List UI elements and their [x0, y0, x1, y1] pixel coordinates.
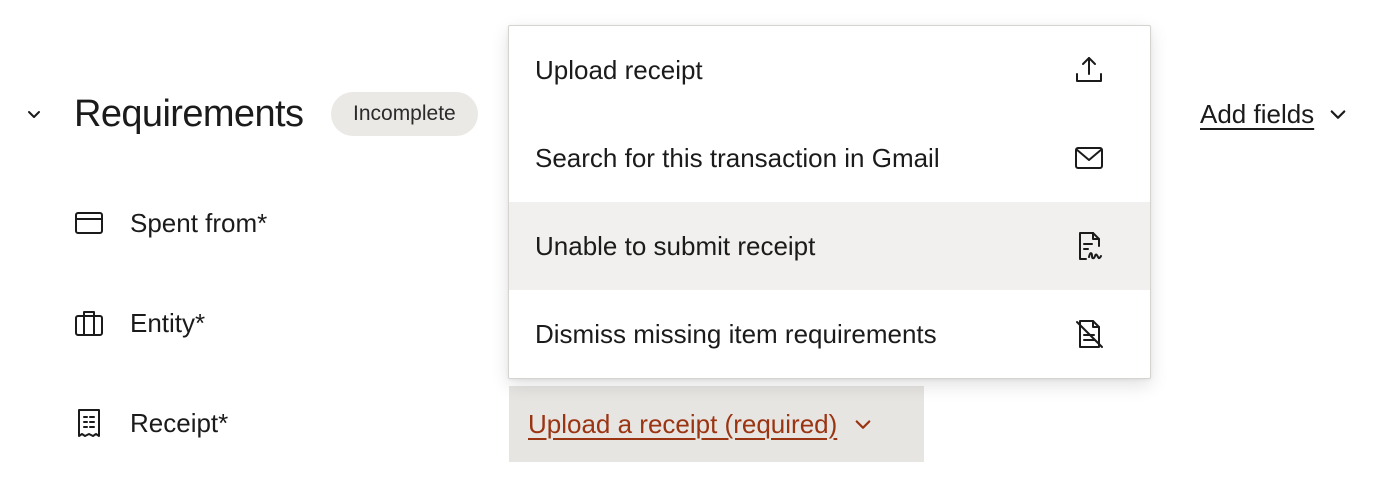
receipt-icon [70, 404, 108, 442]
page: Requirements Incomplete Add fields Spent… [0, 0, 1400, 496]
status-badge: Incomplete [331, 92, 478, 136]
menu-item-unable-to-submit[interactable]: Unable to submit receipt [509, 202, 1150, 290]
mail-icon [1072, 141, 1106, 175]
card-icon [70, 204, 108, 242]
collapse-section-button[interactable] [20, 100, 48, 128]
field-row-entity: Entity* [70, 303, 205, 343]
receipt-actions-menu: Upload receipt Search for this transacti… [508, 25, 1151, 379]
upload-receipt-dropdown[interactable]: Upload a receipt (required) [509, 386, 924, 462]
chevron-down-icon [26, 106, 42, 122]
menu-item-label: Unable to submit receipt [535, 230, 816, 261]
chevron-down-icon [1328, 104, 1348, 124]
document-signature-icon [1072, 229, 1106, 263]
menu-item-label: Dismiss missing item requirements [535, 318, 937, 349]
upload-receipt-dropdown-label: Upload a receipt (required) [528, 408, 838, 439]
add-fields-button[interactable]: Add fields [1200, 96, 1348, 132]
briefcase-icon [70, 304, 108, 342]
field-row-spent-from: Spent from* [70, 203, 267, 243]
menu-item-label: Search for this transaction in Gmail [535, 142, 940, 173]
menu-item-dismiss-requirements[interactable]: Dismiss missing item requirements [509, 290, 1150, 378]
upload-icon [1072, 53, 1106, 87]
section-title: Requirements [74, 93, 304, 135]
document-off-icon [1072, 317, 1106, 351]
field-label-receipt: Receipt* [130, 407, 229, 438]
menu-item-upload-receipt[interactable]: Upload receipt [509, 26, 1150, 114]
add-fields-label: Add fields [1200, 98, 1315, 129]
field-label-entity: Entity* [130, 307, 206, 338]
menu-item-search-gmail[interactable]: Search for this transaction in Gmail [509, 114, 1150, 202]
field-row-receipt: Receipt* [70, 403, 228, 443]
field-label-spent-from: Spent from* [130, 207, 268, 238]
menu-item-label: Upload receipt [535, 54, 703, 85]
chevron-down-icon [853, 414, 873, 434]
